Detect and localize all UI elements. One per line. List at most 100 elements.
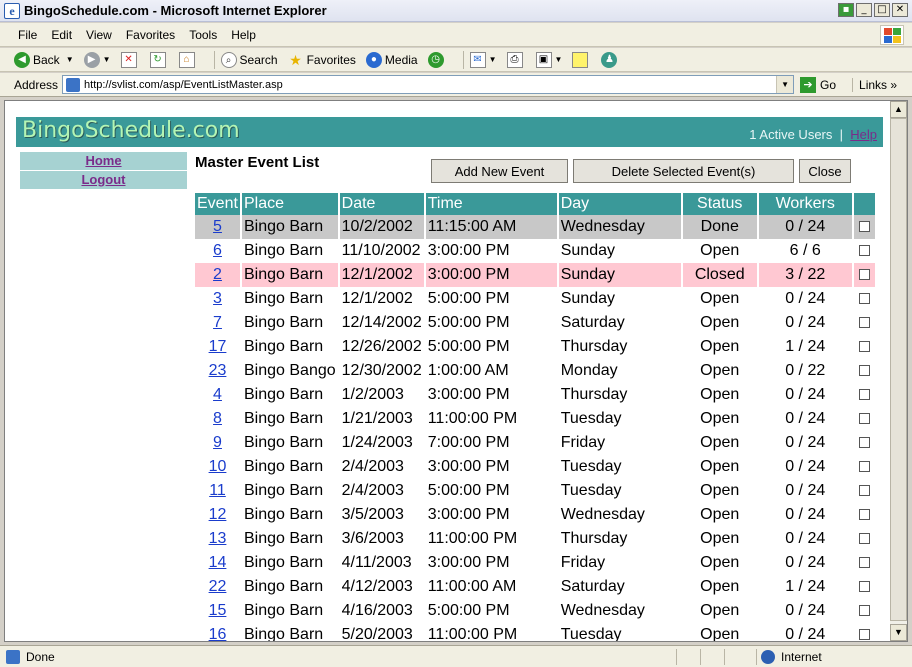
- event-link[interactable]: 6: [213, 242, 222, 259]
- select-checkbox[interactable]: [858, 365, 870, 377]
- select-checkbox[interactable]: [858, 461, 870, 473]
- cell-place: Bingo Barn: [244, 410, 324, 427]
- delete-selected-events-button[interactable]: Delete Selected Event(s): [573, 159, 794, 183]
- dropdown-arrow-icon[interactable]: ▼: [489, 55, 497, 64]
- select-checkbox[interactable]: [858, 533, 870, 545]
- select-checkbox[interactable]: [858, 581, 870, 593]
- event-link[interactable]: 10: [209, 458, 227, 475]
- scroll-thumb[interactable]: [890, 118, 907, 621]
- scroll-down-icon[interactable]: ▼: [890, 624, 907, 641]
- menu-file[interactable]: File: [18, 28, 37, 42]
- event-link[interactable]: 7: [213, 314, 222, 331]
- event-link[interactable]: 14: [209, 554, 227, 571]
- select-checkbox[interactable]: [858, 557, 870, 569]
- select-checkbox[interactable]: [858, 629, 870, 641]
- table-row: 9 Bingo Barn 1/24/2003 7:00:00 PM Friday Open…: [195, 431, 875, 455]
- col-day: Day: [558, 193, 681, 215]
- cell-place: Bingo Barn: [244, 290, 324, 307]
- discuss-button[interactable]: [572, 51, 591, 68]
- col-event: Event: [195, 193, 240, 215]
- select-checkbox[interactable]: [858, 221, 870, 233]
- select-checkbox[interactable]: [858, 293, 870, 305]
- cell-select: [853, 215, 875, 239]
- scroll-up-icon[interactable]: ▲: [890, 101, 907, 118]
- select-checkbox[interactable]: [858, 245, 870, 257]
- event-link[interactable]: 22: [209, 578, 227, 595]
- select-checkbox[interactable]: [858, 317, 870, 329]
- cell-day: Saturday: [560, 314, 625, 331]
- address-url[interactable]: http://svlist.com/asp/EventListMaster.as…: [84, 79, 776, 91]
- close-button[interactable]: Close: [799, 159, 851, 183]
- dropdown-arrow-icon[interactable]: ▼: [103, 55, 111, 64]
- event-link[interactable]: 5: [213, 218, 222, 235]
- add-new-event-button[interactable]: Add New Event: [431, 159, 568, 183]
- cell-place: Bingo Barn: [244, 530, 324, 547]
- mail-button[interactable]: ✉ ▼: [469, 51, 497, 68]
- event-link[interactable]: 8: [213, 410, 222, 427]
- active-users: 1 Active Users: [749, 127, 833, 142]
- event-link[interactable]: 15: [209, 602, 227, 619]
- event-link[interactable]: 16: [209, 626, 227, 641]
- logout-link[interactable]: Logout: [81, 172, 125, 187]
- event-link[interactable]: 4: [213, 386, 222, 403]
- dropdown-arrow-icon[interactable]: ▼: [66, 55, 74, 64]
- cell-time: 5:00:00 PM: [427, 482, 510, 499]
- cell-select: [854, 599, 875, 623]
- history-button[interactable]: ◷: [427, 51, 447, 68]
- print-button[interactable]: ⎙: [506, 51, 526, 68]
- home-link[interactable]: Home: [85, 153, 121, 168]
- maximize-button[interactable]: □: [874, 3, 890, 17]
- cell-event: 6: [195, 239, 240, 263]
- select-checkbox[interactable]: [858, 605, 870, 617]
- select-checkbox[interactable]: [858, 509, 870, 521]
- select-checkbox[interactable]: [858, 269, 870, 281]
- event-link[interactable]: 11: [209, 482, 226, 499]
- back-button[interactable]: ◀ Back ▼: [14, 51, 74, 68]
- cell-date: 1/24/2003: [341, 434, 413, 451]
- search-button[interactable]: ⌕ Search: [220, 51, 278, 68]
- menu-edit[interactable]: Edit: [51, 28, 72, 42]
- menu-tools[interactable]: Tools: [189, 28, 217, 42]
- refresh-button[interactable]: ↻: [149, 51, 169, 68]
- help-link[interactable]: Help: [850, 127, 877, 142]
- minimize-button[interactable]: _: [856, 3, 872, 17]
- vertical-scrollbar[interactable]: ▲ ▼: [890, 101, 907, 641]
- event-link[interactable]: 13: [209, 530, 227, 547]
- stop-button[interactable]: ✕: [120, 51, 140, 68]
- event-link[interactable]: 12: [209, 506, 227, 523]
- cell-event: 10: [195, 455, 240, 479]
- dropdown-arrow-icon[interactable]: ▼: [555, 55, 563, 64]
- home-button[interactable]: ⌂: [178, 51, 198, 68]
- event-link[interactable]: 17: [209, 338, 227, 355]
- forward-button[interactable]: ▶ ▼: [83, 51, 111, 68]
- close-button[interactable]: ✕: [892, 3, 908, 17]
- event-link[interactable]: 9: [213, 434, 222, 451]
- go-button[interactable]: ➔ Go: [800, 76, 836, 93]
- menu-help[interactable]: Help: [231, 28, 256, 42]
- event-link[interactable]: 23: [209, 362, 227, 379]
- event-link[interactable]: 3: [213, 290, 222, 307]
- messenger-button[interactable]: ♟: [601, 51, 620, 68]
- col-select: [853, 193, 875, 215]
- favorites-button[interactable]: ★ Favorites: [288, 52, 356, 68]
- minimize-icon[interactable]: ▪: [838, 3, 854, 17]
- table-row: 12 Bingo Barn 3/5/2003 3:00:00 PM Wednesday O…: [195, 503, 875, 527]
- select-checkbox[interactable]: [858, 341, 870, 353]
- cell-event: 11: [195, 479, 240, 503]
- event-link[interactable]: 2: [213, 266, 222, 283]
- action-buttons: Add New Event Delete Selected Event(s) C…: [431, 159, 856, 183]
- select-checkbox[interactable]: [858, 485, 870, 497]
- media-button[interactable]: ● Media: [365, 51, 418, 68]
- cell-event: 9: [195, 431, 240, 455]
- select-checkbox[interactable]: [858, 389, 870, 401]
- menu-favorites[interactable]: Favorites: [126, 28, 175, 42]
- address-input[interactable]: http://svlist.com/asp/EventListMaster.as…: [62, 75, 795, 94]
- edit-button[interactable]: ▣ ▼: [535, 51, 563, 68]
- select-checkbox[interactable]: [858, 413, 870, 425]
- menu-view[interactable]: View: [86, 28, 112, 42]
- address-dropdown-icon[interactable]: ▼: [776, 76, 794, 93]
- select-checkbox[interactable]: [858, 437, 870, 449]
- cell-place: Bingo Barn: [244, 242, 324, 259]
- cell-select: [854, 239, 875, 263]
- links-button[interactable]: Links »: [852, 77, 897, 92]
